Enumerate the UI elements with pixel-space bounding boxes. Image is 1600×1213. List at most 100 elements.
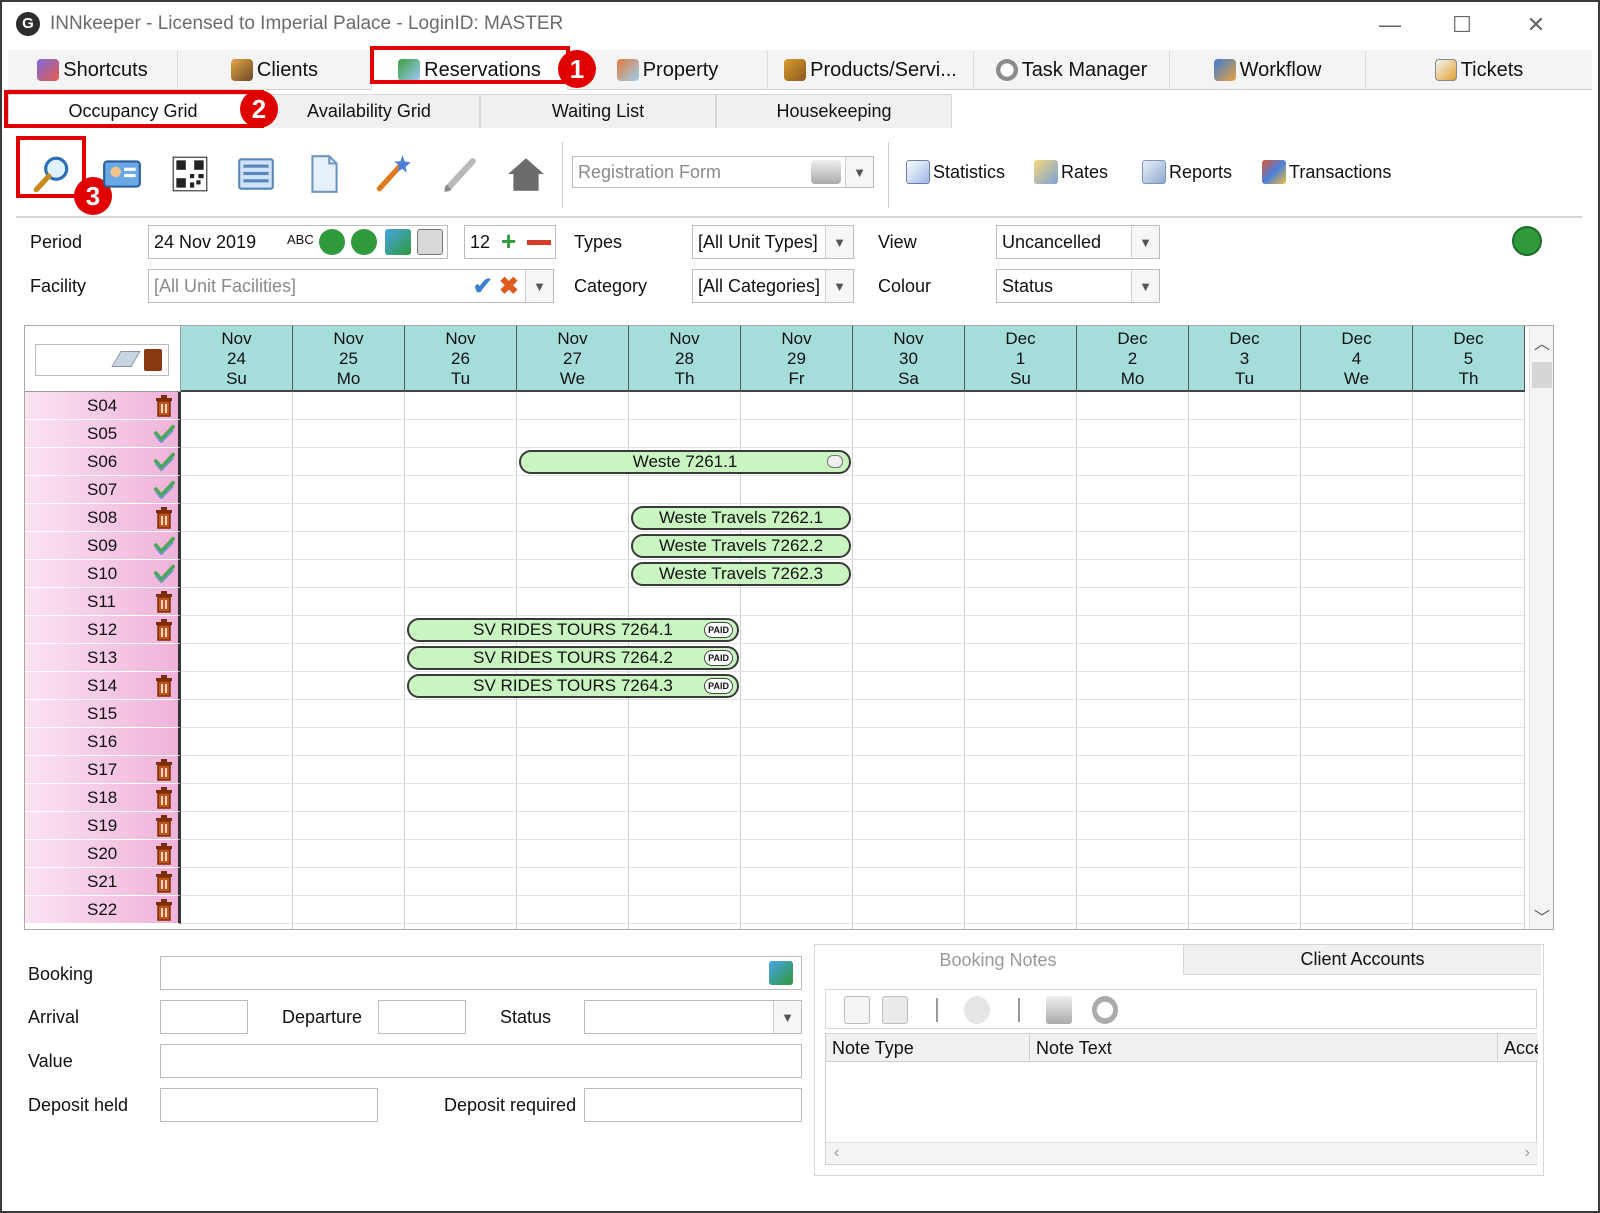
room-row[interactable]: S04 (25, 392, 181, 420)
transactions-button[interactable]: Transactions (1262, 160, 1391, 184)
room-row[interactable]: S09 (25, 532, 181, 560)
room-row[interactable]: S13 (25, 644, 181, 672)
tab-booking-notes[interactable]: Booking Notes (815, 945, 1181, 975)
trash-icon[interactable] (153, 871, 175, 893)
deposit-held-field[interactable] (160, 1088, 378, 1122)
trash-icon[interactable] (153, 899, 175, 921)
previous-arrow-icon[interactable] (319, 229, 345, 255)
copy-note-icon[interactable] (882, 996, 908, 1024)
day-header[interactable]: Dec 5 Th (1413, 326, 1525, 392)
registration-form-select[interactable]: Registration Form ▼ (572, 156, 874, 188)
note-link-icon[interactable] (964, 996, 990, 1024)
day-header[interactable]: Dec 4 We (1301, 326, 1413, 392)
departure-field[interactable] (378, 1000, 466, 1034)
deposit-required-field[interactable] (584, 1088, 802, 1122)
booking-bar[interactable]: SV RIDES TOURS 7264.1 PAID (407, 618, 739, 642)
room-search-input[interactable] (35, 344, 169, 376)
room-row[interactable]: S06 (25, 448, 181, 476)
minimize-button[interactable]: — (1370, 10, 1410, 40)
period-date-field[interactable]: 24 Nov 2019 ABC (148, 225, 448, 259)
check-icon[interactable]: ✔ (473, 272, 493, 301)
column-note-text[interactable]: Note Text (1030, 1034, 1498, 1062)
room-row[interactable]: S05 (25, 420, 181, 448)
refresh-icon[interactable] (769, 961, 793, 985)
notes-table[interactable]: Note Type Note Text Acce ‹ › (825, 1033, 1538, 1165)
guest-card-button[interactable] (96, 148, 148, 200)
trash-icon[interactable] (153, 507, 175, 529)
room-row[interactable]: S16 (25, 728, 181, 756)
grid-vertical-scrollbar[interactable]: ︿ ﹀ (1529, 326, 1553, 929)
statistics-button[interactable]: Statistics (906, 160, 1005, 184)
new-note-icon[interactable] (844, 996, 870, 1024)
minus-icon[interactable] (527, 240, 551, 245)
subtab-waiting-list[interactable]: Waiting List (480, 94, 716, 128)
clean-check-icon[interactable] (153, 479, 175, 501)
day-header[interactable]: Nov 26 Tu (405, 326, 517, 392)
edit-button[interactable] (434, 148, 486, 200)
list-view-button[interactable] (230, 148, 282, 200)
room-row[interactable]: S17 (25, 756, 181, 784)
scroll-thumb[interactable] (1532, 362, 1552, 388)
trash-icon[interactable] (153, 395, 175, 417)
scroll-right-icon[interactable]: › (1525, 1144, 1530, 1162)
trash-icon[interactable] (153, 787, 175, 809)
scroll-down-icon[interactable]: ﹀ (1530, 904, 1553, 928)
clean-check-icon[interactable] (153, 563, 175, 585)
eraser-icon[interactable] (111, 351, 141, 367)
status-select[interactable]: ▼ (584, 1000, 802, 1034)
clear-x-icon[interactable]: ✖ (499, 272, 519, 301)
room-row[interactable]: S08 (25, 504, 181, 532)
column-note-type[interactable]: Note Type (826, 1034, 1030, 1062)
maximize-button[interactable]: ☐ (1442, 10, 1482, 40)
home-button[interactable] (500, 148, 552, 200)
tab-shortcuts[interactable]: Shortcuts (8, 50, 178, 90)
occupancy-grid[interactable]: Nov 24 Su Nov 25 Mo Nov 26 Tu Nov 27 We Nov 28 Th Nov 29… (24, 325, 1554, 930)
room-row[interactable]: S10 (25, 560, 181, 588)
trash-icon[interactable] (153, 759, 175, 781)
trash-icon[interactable] (153, 619, 175, 641)
close-button[interactable]: ✕ (1516, 10, 1556, 40)
tab-workflow[interactable]: Workflow (1170, 50, 1366, 90)
trash-icon[interactable] (153, 675, 175, 697)
day-header[interactable]: Dec 2 Mo (1077, 326, 1189, 392)
room-row[interactable]: S19 (25, 812, 181, 840)
booking-bar[interactable]: SV RIDES TOURS 7264.3 PAID (407, 674, 739, 698)
clean-check-icon[interactable] (153, 535, 175, 557)
clean-check-icon[interactable] (153, 423, 175, 445)
trash-icon[interactable] (153, 591, 175, 613)
trash-icon[interactable] (153, 815, 175, 837)
day-header[interactable]: Nov 27 We (517, 326, 629, 392)
value-field[interactable] (160, 1044, 802, 1078)
day-header[interactable]: Nov 24 Su (181, 326, 293, 392)
day-header[interactable]: Nov 30 Sa (853, 326, 965, 392)
room-row[interactable]: S20 (25, 840, 181, 868)
abc-sort-icon[interactable]: ABC (287, 232, 314, 247)
notes-horizontal-scrollbar[interactable]: ‹ › (826, 1142, 1538, 1164)
printer-icon[interactable] (1046, 996, 1072, 1024)
clean-check-icon[interactable] (153, 451, 175, 473)
day-header[interactable]: Dec 3 Tu (1189, 326, 1301, 392)
rates-button[interactable]: Rates (1034, 160, 1108, 184)
booking-field[interactable] (160, 956, 802, 990)
booking-bar[interactable]: Weste Travels 7262.2 (631, 534, 851, 558)
day-header[interactable]: Nov 29 Fr (741, 326, 853, 392)
day-header[interactable]: Dec 1 Su (965, 326, 1077, 392)
day-header[interactable]: Nov 28 Th (629, 326, 741, 392)
magic-wand-button[interactable] (366, 148, 418, 200)
room-row[interactable]: S21 (25, 868, 181, 896)
booking-bar[interactable]: Weste Travels 7262.1 (631, 506, 851, 530)
column-access[interactable]: Acce (1498, 1034, 1538, 1062)
booking-bar[interactable]: Weste Travels 7262.3 (631, 562, 851, 586)
day-header[interactable]: Nov 25 Mo (293, 326, 405, 392)
room-row[interactable]: S12 (25, 616, 181, 644)
scroll-left-icon[interactable]: ‹ (834, 1144, 839, 1162)
tab-task-manager[interactable]: Task Manager (974, 50, 1170, 90)
scroll-up-icon[interactable]: ︿ (1530, 330, 1553, 354)
tab-clients[interactable]: Clients (178, 50, 372, 90)
types-select[interactable]: [All Unit Types] ▼ (692, 225, 854, 259)
qr-code-button[interactable] (164, 148, 216, 200)
trash-icon[interactable] (144, 349, 162, 371)
calendar-icon[interactable] (417, 229, 443, 255)
booking-bar[interactable]: Weste 7261.1 (519, 450, 851, 474)
trash-icon[interactable] (153, 843, 175, 865)
